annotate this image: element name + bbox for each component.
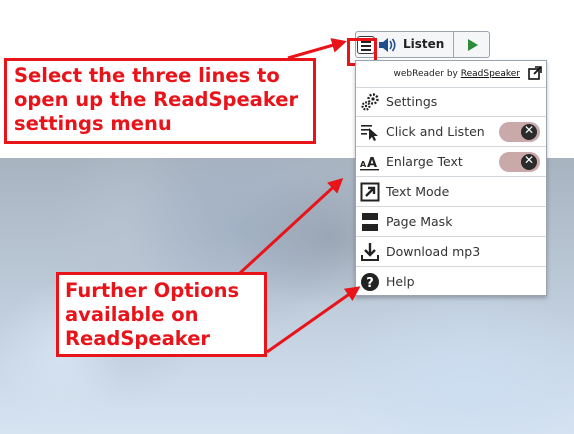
arrow-to-menu-button: [287, 38, 347, 60]
arrow-to-help: [266, 286, 361, 354]
arrow-to-text-mode: [238, 177, 344, 275]
annotation-arrows: [238, 38, 361, 354]
